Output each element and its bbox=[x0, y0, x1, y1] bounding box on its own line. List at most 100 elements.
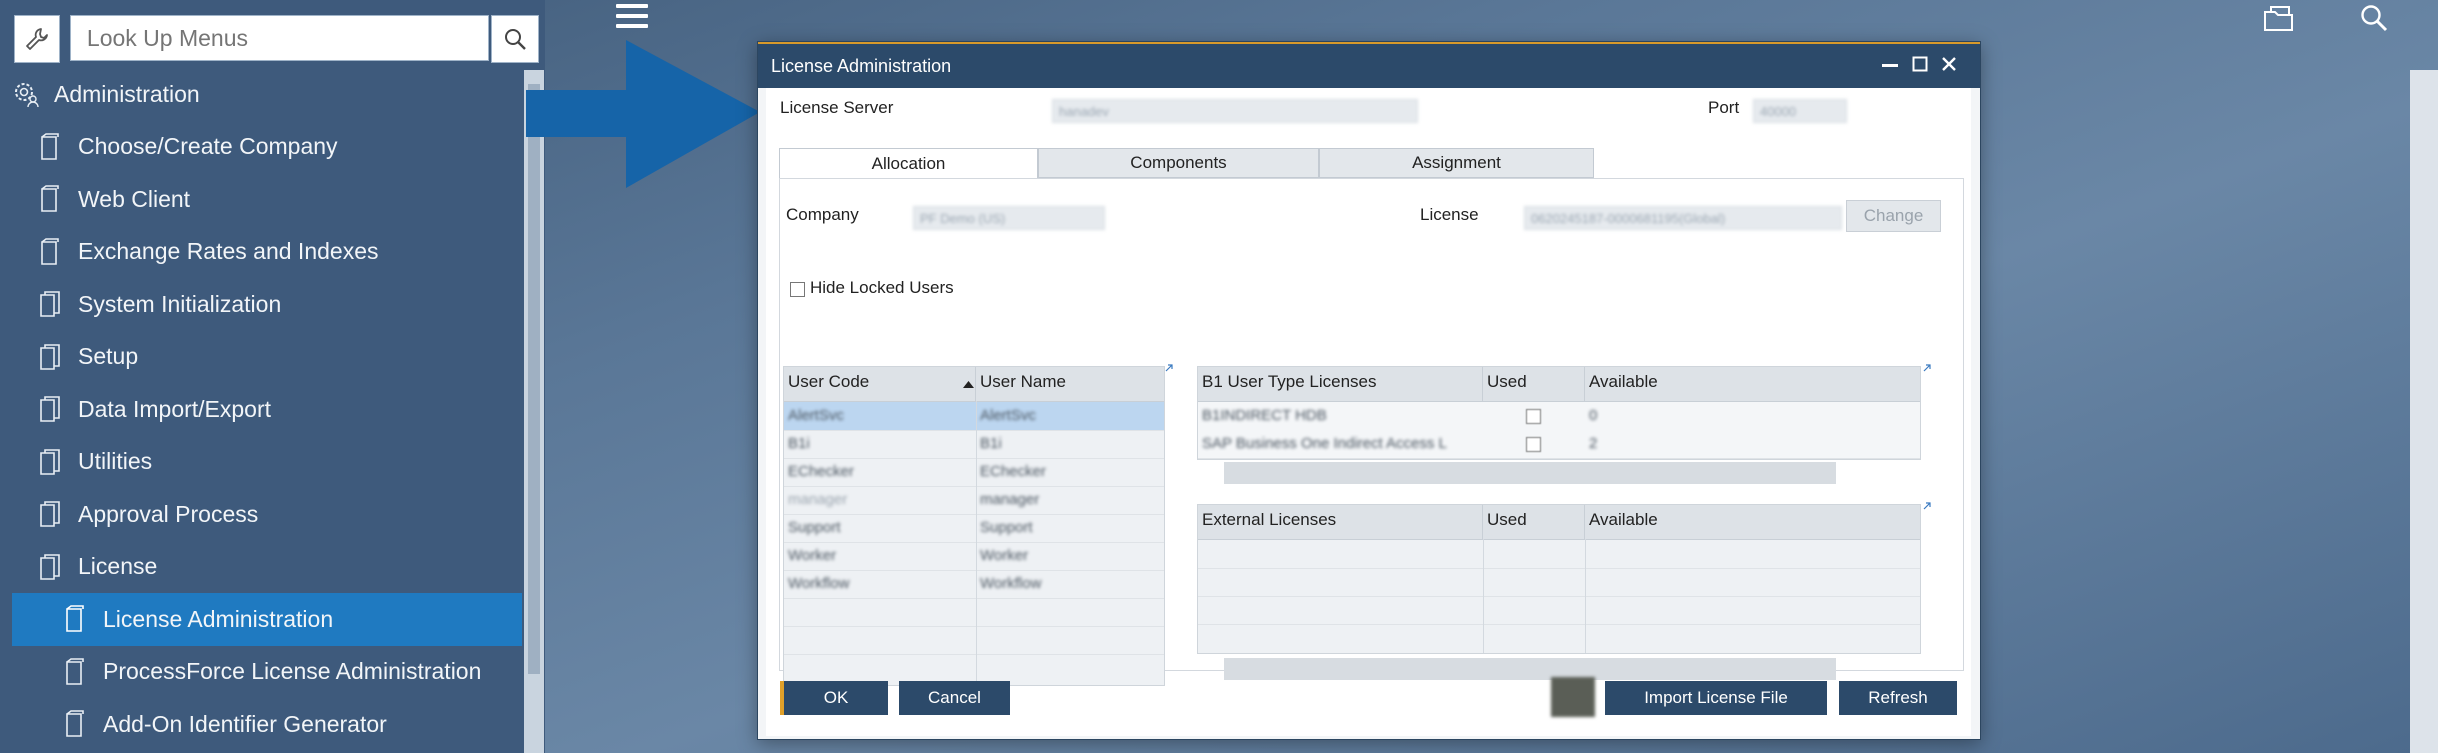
tab-label: Assignment bbox=[1412, 153, 1501, 172]
menu-item-license[interactable]: License bbox=[0, 541, 522, 594]
minimize-icon[interactable] bbox=[1882, 64, 1898, 68]
folder-docs-icon bbox=[36, 447, 64, 477]
hide-locked-users-checkbox[interactable] bbox=[790, 282, 805, 297]
table-row[interactable]: AlertSvc AlertSvc bbox=[784, 402, 1164, 431]
tab-allocation[interactable]: Allocation bbox=[779, 148, 1038, 179]
folder-docs-icon bbox=[36, 289, 64, 319]
b1-grid-header: B1 User Type Licenses Used Available bbox=[1198, 367, 1920, 402]
tab-label: Allocation bbox=[871, 154, 946, 173]
folder-docs-icon bbox=[36, 552, 64, 582]
menu-item-processforce-license-administration[interactable]: ProcessForce License Administration bbox=[0, 646, 522, 699]
menu-item-data-import-export[interactable]: Data Import/Export bbox=[0, 383, 522, 436]
table-row[interactable]: Workflow Workflow bbox=[784, 570, 1164, 599]
port-label: Port bbox=[1708, 98, 1740, 117]
menu-item-choose-create-company[interactable]: Choose/Create Company bbox=[0, 121, 522, 174]
menu-item-license-administration[interactable]: License Administration bbox=[12, 593, 522, 646]
tab-assignment[interactable]: Assignment bbox=[1319, 148, 1594, 178]
license-administration-dialog: License Administration License Server ha… bbox=[757, 41, 1981, 740]
hide-locked-users-label: Hide Locked Users bbox=[810, 278, 954, 297]
menu-item-label: ProcessForce License Administration bbox=[103, 658, 482, 685]
table-row[interactable]: Support Support bbox=[784, 514, 1164, 543]
menu-item-label: Setup bbox=[78, 343, 139, 370]
cancel-button[interactable]: Cancel bbox=[899, 681, 1010, 715]
table-row[interactable] bbox=[784, 654, 1164, 682]
license-field[interactable]: 0620245187-0000681195(Global) bbox=[1524, 206, 1842, 230]
document-icon bbox=[61, 604, 89, 634]
header-text: User Code bbox=[788, 372, 870, 391]
header-text: Used bbox=[1487, 372, 1527, 391]
open-folder-icon[interactable] bbox=[2262, 4, 2296, 34]
table-row[interactable]: manager manager bbox=[784, 486, 1164, 515]
expand-grid-icon[interactable] bbox=[1923, 364, 1931, 372]
table-row[interactable] bbox=[1198, 540, 1920, 569]
main-scrollbar[interactable] bbox=[2410, 70, 2438, 753]
expand-grid-icon[interactable] bbox=[1923, 502, 1931, 510]
import-license-file-button[interactable]: Import License File bbox=[1605, 681, 1827, 715]
table-row[interactable] bbox=[1198, 596, 1920, 625]
column-divider bbox=[976, 401, 977, 685]
ext-grid-header: External Licenses Used Available bbox=[1198, 505, 1920, 540]
cell-user-code: EChecker bbox=[788, 463, 854, 480]
column-header-available[interactable]: Available bbox=[1585, 505, 1920, 539]
tab-components[interactable]: Components bbox=[1038, 148, 1319, 178]
company-field[interactable]: PF Demo (US) bbox=[913, 206, 1105, 230]
global-search-icon[interactable] bbox=[2358, 2, 2390, 34]
license-server-field[interactable]: hanadev bbox=[1052, 99, 1418, 123]
menu-item-setup[interactable]: Setup bbox=[0, 331, 522, 384]
used-checkbox[interactable] bbox=[1526, 409, 1541, 424]
users-grid-header: User Code User Name bbox=[784, 367, 1164, 402]
cell-user-code: B1i bbox=[788, 435, 810, 452]
users-grid: User Code User Name AlertSvc AlertSvc B1… bbox=[783, 366, 1165, 686]
used-checkbox[interactable] bbox=[1526, 437, 1541, 452]
column-header-b1-user-type[interactable]: B1 User Type Licenses bbox=[1198, 367, 1483, 401]
menu-item-utilities[interactable]: Utilities bbox=[0, 436, 522, 489]
dialog-body: License Server hanadev Port 40000 Alloca… bbox=[766, 88, 1971, 736]
maximize-icon[interactable] bbox=[1912, 56, 1928, 72]
refresh-button[interactable]: Refresh bbox=[1839, 681, 1957, 715]
menu-item-label: Data Import/Export bbox=[78, 395, 272, 422]
column-header-used[interactable]: Used bbox=[1483, 505, 1585, 539]
menu-item-label: License bbox=[78, 553, 158, 580]
close-icon[interactable] bbox=[1941, 56, 1957, 72]
table-row[interactable]: B1i B1i bbox=[784, 430, 1164, 459]
menu-item-label: System Initialization bbox=[78, 290, 282, 317]
table-row[interactable]: Worker Worker bbox=[784, 542, 1164, 571]
lookup-menus-input[interactable] bbox=[69, 15, 490, 61]
dialog-title-bar[interactable]: License Administration bbox=[758, 42, 1980, 88]
column-header-available[interactable]: Available bbox=[1585, 367, 1920, 401]
folder-docs-icon bbox=[36, 499, 64, 529]
column-header-external-licenses[interactable]: External Licenses bbox=[1198, 505, 1483, 539]
menu-item-label: Approval Process bbox=[78, 500, 259, 527]
menu-item-label: Administration bbox=[54, 80, 200, 107]
column-header-user-code[interactable]: User Code bbox=[784, 367, 976, 401]
menu-item-add-on-identifier-generator[interactable]: Add-On Identifier Generator bbox=[0, 698, 522, 751]
tools-button[interactable] bbox=[14, 15, 60, 63]
table-row[interactable]: SAP Business One Indirect Access L 2 bbox=[1198, 430, 1920, 459]
table-row[interactable]: EChecker EChecker bbox=[784, 458, 1164, 487]
menu-item-web-client[interactable]: Web Client bbox=[0, 173, 522, 226]
menu-item-system-initialization[interactable]: System Initialization bbox=[0, 278, 522, 331]
column-header-used[interactable]: Used bbox=[1483, 367, 1585, 401]
tab-label: Components bbox=[1130, 153, 1227, 172]
table-row[interactable] bbox=[1198, 568, 1920, 597]
ok-button[interactable]: OK bbox=[780, 681, 888, 715]
port-field[interactable]: 40000 bbox=[1753, 99, 1847, 123]
b1-user-type-licenses-grid: B1 User Type Licenses Used Available B1I… bbox=[1197, 366, 1921, 460]
table-row[interactable]: B1INDIRECT HDB 0 bbox=[1198, 402, 1920, 431]
cell-user-name: AlertSvc bbox=[980, 407, 1036, 424]
hamburger-menu-icon[interactable] bbox=[616, 4, 648, 30]
change-button[interactable]: Change bbox=[1846, 200, 1941, 232]
table-row[interactable] bbox=[1198, 624, 1920, 652]
ext-grid-hscrollbar[interactable] bbox=[1224, 658, 1836, 680]
table-row[interactable] bbox=[784, 598, 1164, 627]
header-text: Used bbox=[1487, 510, 1527, 529]
menu-item-approval-process[interactable]: Approval Process bbox=[0, 488, 522, 541]
expand-grid-icon[interactable] bbox=[1165, 364, 1173, 372]
menu-item-exchange-rates[interactable]: Exchange Rates and Indexes bbox=[0, 226, 522, 279]
menu-item-administration[interactable]: Administration bbox=[0, 68, 522, 121]
b1-grid-hscrollbar[interactable] bbox=[1224, 462, 1836, 484]
table-row[interactable] bbox=[784, 626, 1164, 655]
column-header-user-name[interactable]: User Name bbox=[976, 367, 1164, 401]
change-button-label: Change bbox=[1863, 206, 1924, 225]
cell-user-name: Workflow bbox=[980, 575, 1042, 592]
